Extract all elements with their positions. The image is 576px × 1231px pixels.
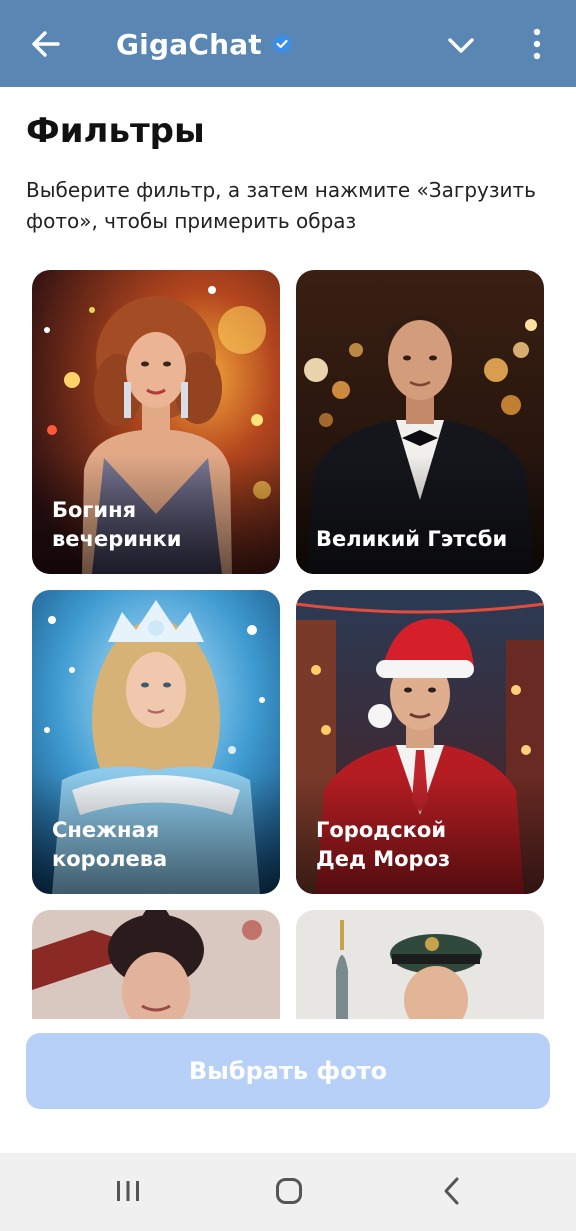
recent-apps-icon[interactable] xyxy=(106,1171,150,1211)
app-header: GigaChat xyxy=(0,0,576,87)
filter-card-label: Великий Гэтсби xyxy=(316,527,508,551)
filter-card-party-goddess[interactable]: Богиня вечеринки xyxy=(32,270,280,574)
verified-badge-icon xyxy=(271,33,292,54)
select-photo-button[interactable]: Выбрать фото xyxy=(26,1033,550,1109)
filter-card-snow-queen[interactable]: Снежная королева xyxy=(32,590,280,894)
label-gradient xyxy=(296,454,544,574)
page-title: Фильтры xyxy=(26,111,205,151)
filter-card-label: Богиня вечеринки xyxy=(52,498,182,551)
filter-card-label: Снежная королева xyxy=(52,818,168,871)
chevron-down-icon[interactable] xyxy=(444,28,478,62)
filter-card-label: Городской Дед Мороз xyxy=(316,818,451,871)
page-description: Выберите фильтр, а затем нажмите «Загруз… xyxy=(26,178,536,233)
system-navigation-bar xyxy=(0,1153,576,1231)
home-icon[interactable] xyxy=(267,1171,311,1211)
filters-screen: Фильтры Выберите фильтр, а затем нажмите… xyxy=(0,87,576,1153)
chat-title: GigaChat xyxy=(116,27,262,61)
chat-title-group[interactable]: GigaChat xyxy=(116,22,294,66)
arrow-left-icon[interactable] xyxy=(26,24,66,64)
filter-card-city-santa[interactable]: Городской Дед Мороз xyxy=(296,590,544,894)
back-icon[interactable] xyxy=(430,1171,474,1211)
filter-card-great-gatsby[interactable]: Великий Гэтсби xyxy=(296,270,544,574)
more-vertical-icon[interactable] xyxy=(523,26,551,62)
